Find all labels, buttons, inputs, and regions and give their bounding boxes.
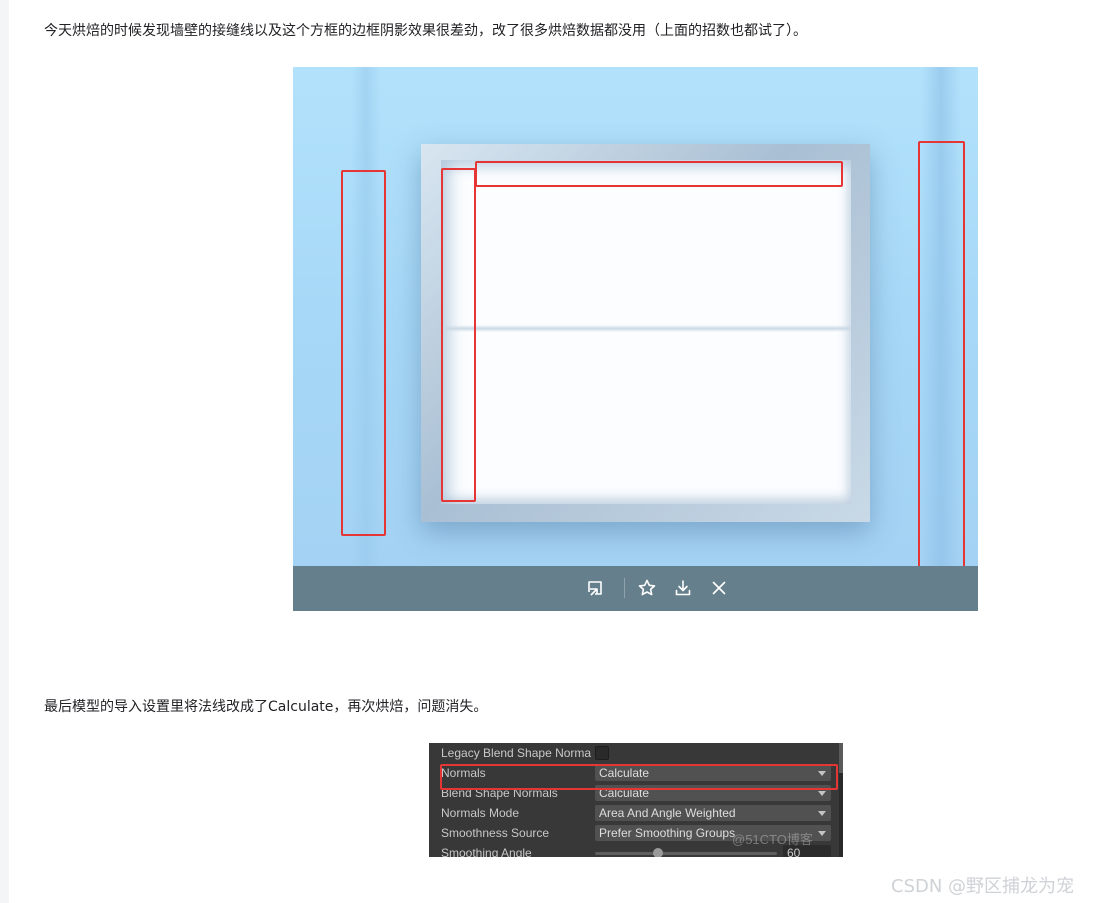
favorite-star-icon[interactable] — [637, 578, 657, 598]
window-divider — [441, 325, 851, 332]
legacy-blend-shape-normals-checkbox[interactable] — [595, 746, 609, 760]
dropdown-value: Area And Angle Weighted — [599, 806, 736, 820]
inspector-scrollbar[interactable] — [839, 743, 843, 857]
dropdown-value: Prefer Smoothing Groups — [599, 826, 736, 840]
row-normals-mode: Normals Mode Area And Angle Weighted — [429, 803, 839, 823]
row-label: Normals Mode — [441, 806, 520, 820]
download-icon[interactable] — [673, 578, 693, 598]
toolbar-separator — [624, 578, 625, 598]
csdn-watermark: CSDN @野区捕龙为宠 — [891, 876, 1075, 897]
highlight-box-normals-row — [440, 764, 838, 790]
row-label: Smoothness Source — [441, 826, 550, 840]
smoothing-angle-slider-handle[interactable] — [653, 848, 663, 857]
image-viewer-toolbar — [293, 566, 978, 611]
inspector-watermark: @51CTO博客 — [732, 832, 813, 847]
window-glass — [441, 160, 851, 504]
highlight-box-right-seam — [918, 141, 965, 575]
dropdown-arrow-icon — [818, 831, 826, 836]
row-label: Legacy Blend Shape Norma — [441, 746, 592, 760]
bake-screenshot-image[interactable] — [293, 67, 978, 611]
dropdown-arrow-icon — [818, 791, 826, 796]
open-original-icon[interactable] — [585, 578, 605, 598]
paragraph-intro: 今天烘焙的时候发现墙壁的接缝线以及这个方框的边框阴影效果很差劲，改了很多烘焙数据… — [44, 23, 807, 39]
highlight-box-frame-top-edge — [475, 161, 843, 187]
dropdown-arrow-icon — [818, 811, 826, 816]
inspector-scroll-thumb[interactable] — [839, 743, 843, 773]
normals-mode-dropdown[interactable]: Area And Angle Weighted — [595, 805, 831, 821]
unity-model-import-inspector: Legacy Blend Shape Norma Normals Calcula… — [429, 743, 843, 857]
smoothing-angle-slider-track[interactable] — [595, 852, 777, 855]
highlight-box-left-seam — [341, 170, 386, 536]
row-legacy-blend-shape-normals: Legacy Blend Shape Norma — [429, 743, 839, 763]
highlight-box-frame-left-edge — [441, 168, 476, 502]
left-margin-strip — [0, 0, 9, 903]
paragraph-solution: 最后模型的导入设置里将法线改成了Calculate，再次烘焙，问题消失。 — [44, 699, 488, 715]
close-icon[interactable] — [709, 578, 729, 598]
row-label: Smoothing Angle — [441, 846, 532, 857]
window-frame — [421, 144, 870, 522]
